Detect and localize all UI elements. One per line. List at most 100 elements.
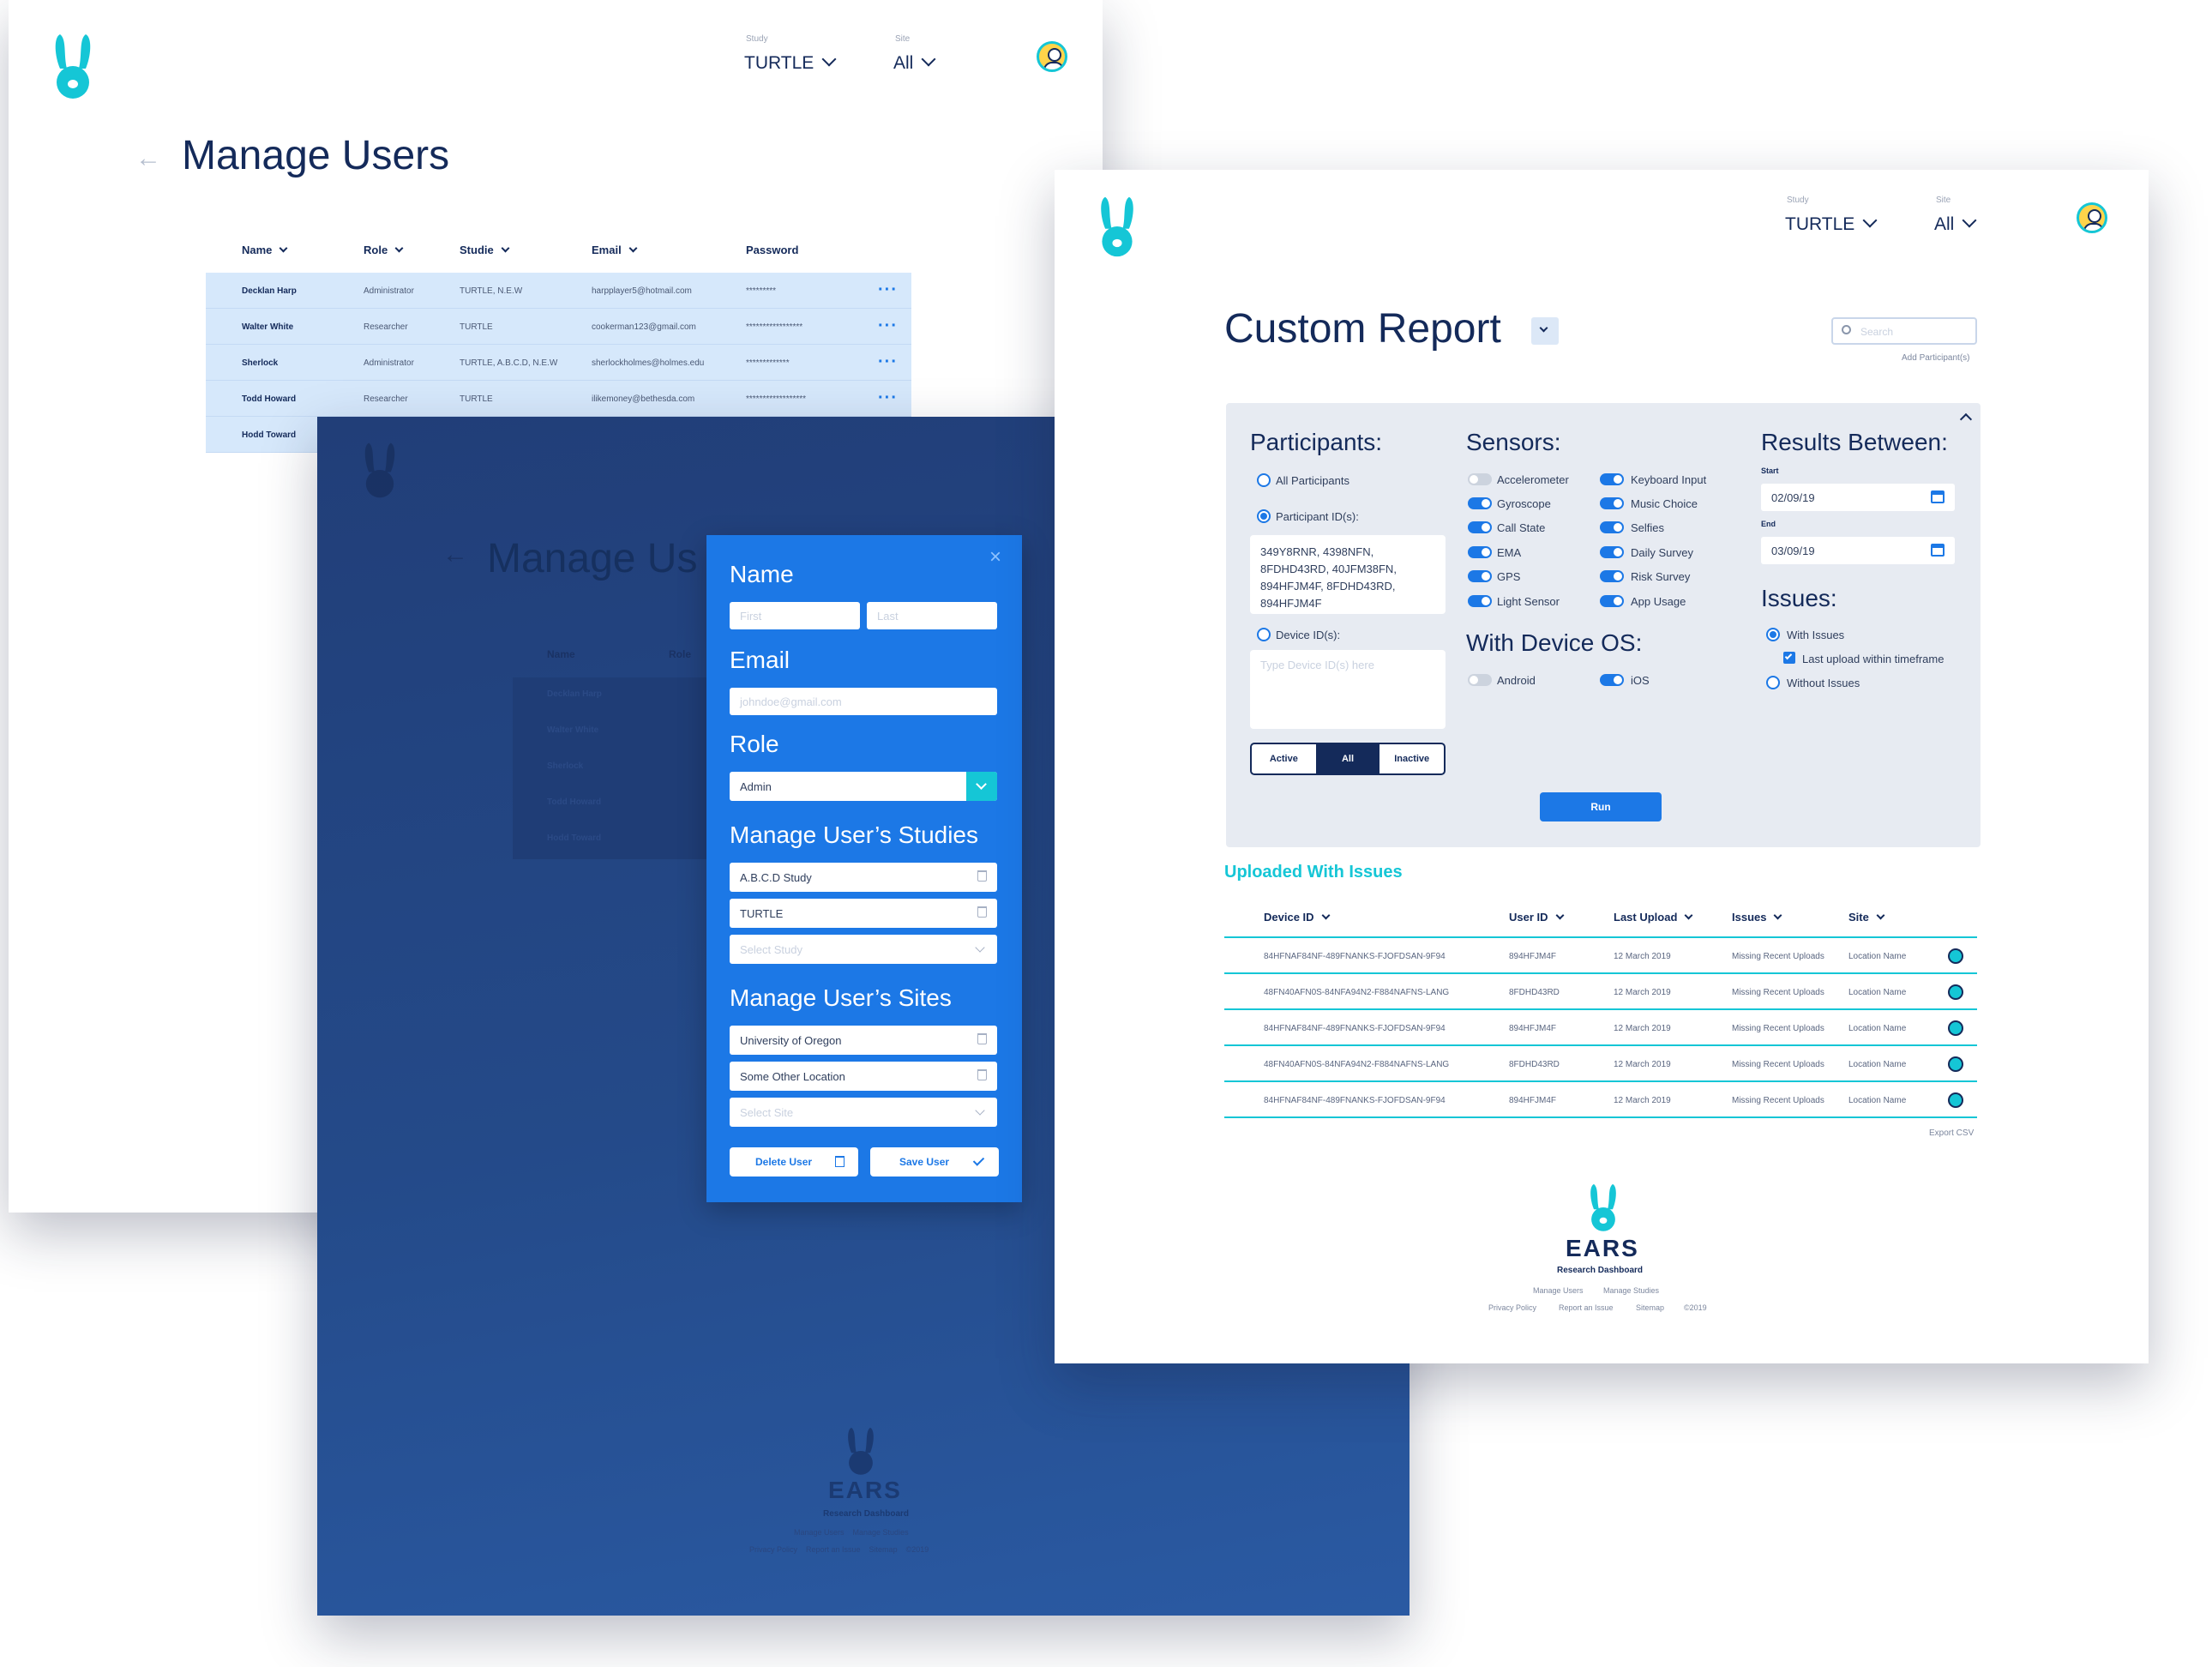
col-issues[interactable]: Issues (1732, 911, 1782, 924)
trash-icon[interactable] (977, 906, 987, 918)
toggle-app-usage[interactable] (1600, 595, 1624, 607)
select-site-dropdown[interactable]: Select Site (730, 1098, 997, 1127)
toggle-android[interactable] (1468, 674, 1492, 686)
col-email[interactable]: Email (592, 244, 638, 256)
toggle-selfies[interactable] (1600, 521, 1624, 533)
table-row[interactable]: Todd Howard Researcher TURTLE ilikemoney… (206, 381, 911, 417)
save-user-button[interactable]: Save User (870, 1147, 999, 1177)
os-android-label: Android (1497, 674, 1536, 687)
toggle-gyroscope[interactable] (1468, 497, 1492, 509)
col-studie[interactable]: Studie (460, 244, 510, 256)
more-icon[interactable]: ··· (878, 388, 898, 408)
toggle-gps[interactable] (1468, 570, 1492, 582)
end-date-input[interactable]: 03/09/19 (1761, 537, 1955, 564)
info-icon[interactable] (1948, 1092, 1963, 1108)
footer-link-manage-studies[interactable]: Manage Studies (1603, 1286, 1659, 1295)
table-row[interactable]: 84HFNAF84NF-489FNANKS-FJOFDSAN-9F94 894H… (1224, 1082, 1977, 1118)
device-ids-textarea[interactable]: Type Device ID(s) here (1250, 650, 1446, 729)
more-icon[interactable]: ··· (878, 316, 898, 336)
table-row[interactable]: 84HFNAF84NF-489FNANKS-FJOFDSAN-9F94 894H… (1224, 938, 1977, 974)
col-site[interactable]: Site (1848, 911, 1885, 924)
more-icon[interactable]: ··· (878, 280, 898, 300)
back-arrow-icon[interactable]: ← (135, 144, 161, 173)
trash-icon[interactable] (977, 870, 987, 882)
footer-link-privacy[interactable]: Privacy Policy (1488, 1303, 1536, 1312)
trash-icon[interactable] (977, 1033, 987, 1044)
email-field[interactable]: johndoe@gmail.com (730, 688, 997, 715)
with-issues-radio[interactable] (1766, 628, 1780, 641)
role-select[interactable]: Admin (730, 772, 997, 801)
sensor-label: App Usage (1631, 595, 1686, 608)
start-date-input[interactable]: 02/09/19 (1761, 484, 1955, 511)
toggle-light-sensor[interactable] (1468, 595, 1492, 607)
without-issues-label: Without Issues (1787, 677, 1860, 689)
table-row[interactable]: Walter White Researcher TURTLE cookerman… (206, 309, 911, 345)
chevron-down-icon[interactable] (966, 772, 997, 801)
study-select[interactable]: TURTLE (744, 51, 837, 74)
sensors-heading: Sensors: (1466, 429, 1561, 455)
delete-user-button[interactable]: Delete User (730, 1147, 858, 1177)
trash-icon[interactable] (977, 1069, 987, 1080)
device-ids-radio[interactable] (1257, 628, 1271, 641)
toggle-keyboard-input[interactable] (1600, 473, 1624, 485)
toggle-accelerometer[interactable] (1468, 473, 1492, 485)
add-participants-link[interactable]: Add Participant(s) (1902, 353, 1969, 363)
select-study-dropdown[interactable]: Select Study (730, 935, 997, 964)
cell-issue: Missing Recent Uploads (1732, 952, 1824, 961)
table-row[interactable]: Decklan Harp Administrator TURTLE, N.E.W… (206, 273, 911, 309)
all-participants-radio[interactable] (1257, 473, 1271, 487)
search-input[interactable]: Search (1831, 317, 1977, 345)
table-row[interactable]: 48FN40AFN0S-84NFA94N2-F884NAFNS-LANG 8FD… (1224, 1046, 1977, 1082)
close-icon[interactable]: × (989, 545, 1001, 569)
info-icon[interactable] (1948, 948, 1963, 964)
seg-inactive[interactable]: Inactive (1379, 744, 1444, 773)
col-device-id[interactable]: Device ID (1264, 911, 1330, 924)
toggle-daily-survey[interactable] (1600, 546, 1624, 558)
participant-ids-radio[interactable] (1257, 509, 1271, 523)
table-row[interactable]: Sherlock Administrator TURTLE, A.B.C.D, … (206, 345, 911, 381)
participant-ids-textarea[interactable]: 349Y8RNR, 4398NFN, 8FDHD43RD, 40JFM38FN,… (1250, 535, 1446, 614)
cell-name: Sherlock (242, 358, 279, 368)
seg-active[interactable]: Active (1252, 744, 1316, 773)
first-name-field[interactable]: First (730, 602, 860, 629)
col-user-id[interactable]: User ID (1509, 911, 1564, 924)
col-last-upload[interactable]: Last Upload (1614, 911, 1693, 924)
email-heading: Email (730, 647, 790, 673)
col-role[interactable]: Role (364, 244, 404, 256)
calendar-icon[interactable] (1931, 490, 1945, 503)
ears-logo-icon[interactable] (1096, 194, 1139, 259)
last-name-field[interactable]: Last (867, 602, 997, 629)
ears-logo-icon[interactable] (1586, 1182, 1620, 1233)
col-name[interactable]: Name (242, 244, 288, 256)
footer-link-manage-users[interactable]: Manage Users (1533, 1286, 1584, 1295)
select-site-placeholder: Select Site (740, 1105, 794, 1119)
study-select[interactable]: TURTLE (1785, 213, 1878, 235)
table-row[interactable]: 48FN40AFN0S-84NFA94N2-F884NAFNS-LANG 8FD… (1224, 974, 1977, 1010)
title-dropdown-button[interactable] (1531, 317, 1559, 345)
calendar-icon[interactable] (1931, 544, 1945, 557)
without-issues-radio[interactable] (1766, 676, 1780, 689)
info-icon[interactable] (1948, 1020, 1963, 1036)
site-select[interactable]: All (893, 51, 936, 74)
ears-logo-icon[interactable] (50, 31, 96, 101)
toggle-ios[interactable] (1600, 674, 1624, 686)
toggle-ema[interactable] (1468, 546, 1492, 558)
last-upload-checkbox[interactable] (1783, 652, 1795, 664)
info-icon[interactable] (1948, 1056, 1963, 1072)
site-select[interactable]: All (1934, 213, 1977, 235)
more-icon[interactable]: ··· (878, 352, 898, 372)
table-row[interactable]: 84HFNAF84NF-489FNANKS-FJOFDSAN-9F94 894H… (1224, 1010, 1977, 1046)
toggle-music-choice[interactable] (1600, 497, 1624, 509)
export-csv-link[interactable]: Export CSV (1929, 1128, 1974, 1138)
toggle-call-state[interactable] (1468, 521, 1492, 533)
user-avatar[interactable] (1037, 41, 1067, 72)
user-avatar[interactable] (2077, 202, 2107, 233)
col-label: Issues (1732, 911, 1767, 924)
run-button[interactable]: Run (1540, 792, 1662, 821)
footer-link-report-issue[interactable]: Report an Issue (1559, 1303, 1614, 1312)
seg-all[interactable]: All (1315, 744, 1380, 773)
cell-device-id: 48FN40AFN0S-84NFA94N2-F884NAFNS-LANG (1264, 1060, 1450, 1069)
footer-link-sitemap[interactable]: Sitemap (1636, 1303, 1664, 1312)
toggle-risk-survey[interactable] (1600, 570, 1624, 582)
info-icon[interactable] (1948, 984, 1963, 1000)
